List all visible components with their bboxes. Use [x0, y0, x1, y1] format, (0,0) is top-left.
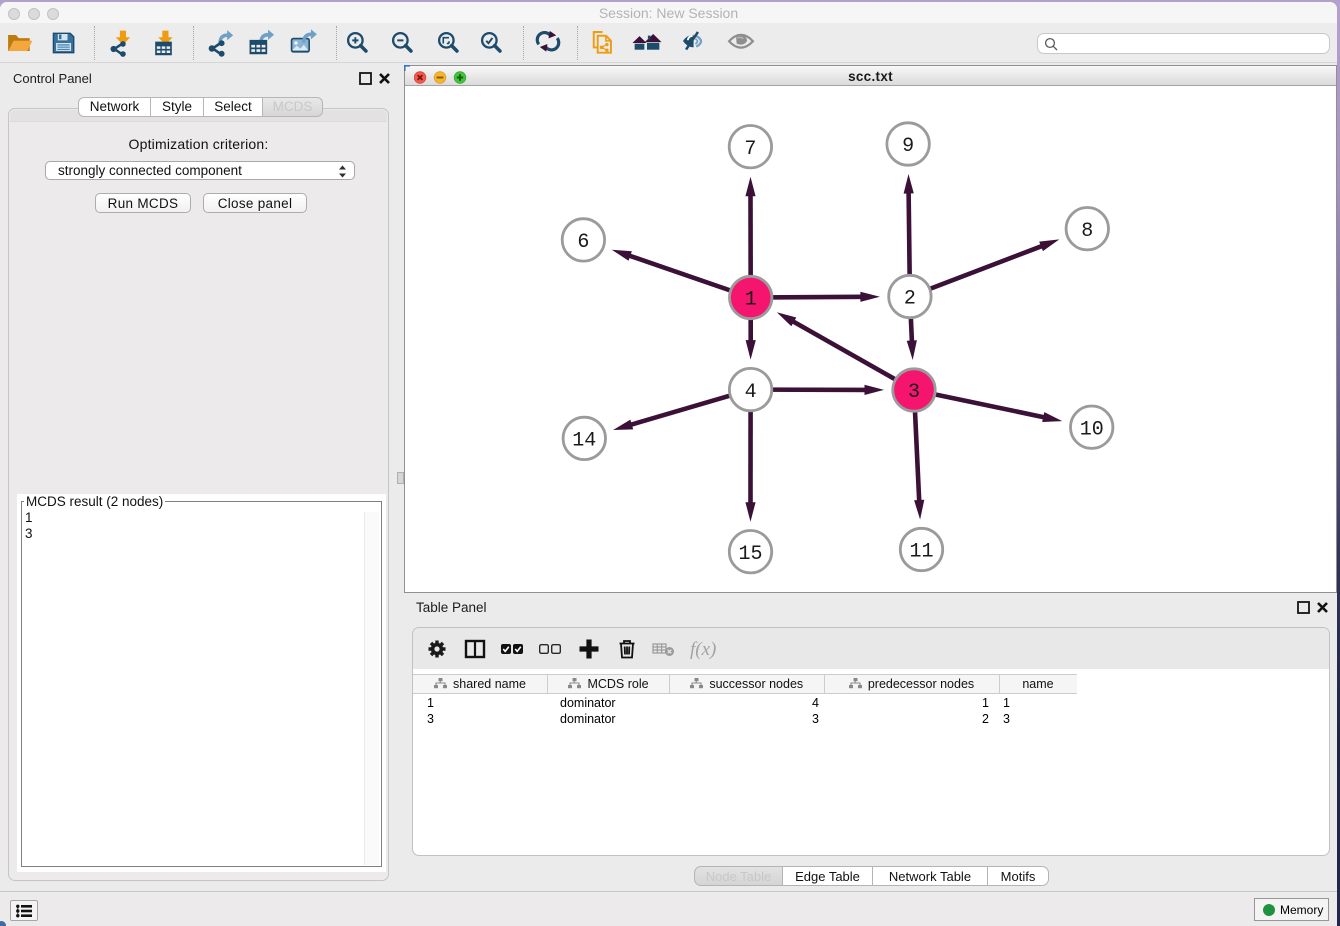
svg-text:9: 9: [902, 135, 914, 158]
svg-text:14: 14: [572, 430, 596, 453]
svg-text:f(x): f(x): [690, 639, 716, 660]
svg-text:8: 8: [1081, 220, 1093, 243]
svg-text:10: 10: [1080, 418, 1104, 441]
svg-text:1: 1: [745, 289, 757, 312]
svg-text:11: 11: [909, 541, 933, 564]
svg-text:6: 6: [577, 231, 589, 254]
svg-text:2: 2: [904, 288, 916, 311]
svg-text:7: 7: [744, 138, 756, 161]
svg-text:15: 15: [738, 543, 762, 566]
svg-text:3: 3: [908, 381, 920, 404]
svg-text:4: 4: [745, 381, 757, 404]
